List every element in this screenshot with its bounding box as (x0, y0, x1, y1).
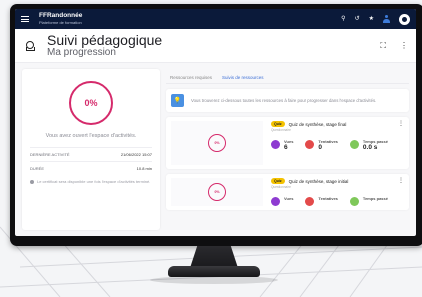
screen: FFRandonnée Plateforme de formation ⚲ ↺ … (15, 9, 416, 236)
activity-title: Quiz de synthèse, stage final (288, 121, 347, 127)
stat-label: Vues (284, 196, 294, 201)
page-header: Suivi pédagogique Ma progression ⛶ ⋮ (15, 29, 416, 63)
info-value: 21/06/2022 15:07 (120, 152, 152, 157)
search-icon[interactable]: ⚲ (341, 16, 345, 22)
stat-views: Vues 6 (271, 139, 293, 151)
monitor-stand-neck (190, 246, 238, 268)
views-icon (271, 197, 280, 206)
activity-stats: Vues 6 Tentatives 0 Temps passé 0.0 s (271, 139, 404, 151)
more-options-icon[interactable]: ⋮ (398, 178, 404, 184)
fullscreen-icon[interactable]: ⛶ (380, 41, 386, 51)
timer-icon (349, 140, 359, 149)
activity-subtitle: Questionnaire (271, 128, 291, 132)
menu-icon[interactable] (21, 16, 29, 22)
stat-attempts: Tentatives 0 (305, 139, 338, 151)
stat-views: Vues (271, 196, 293, 206)
info-banner: 💡 Vous trouverez ci-dessous toutes les r… (166, 89, 409, 112)
info-row-duration: DURÉE 10.8 min (30, 161, 152, 175)
activity-card[interactable]: 0% Quiz Quiz de synthèse, stage final ⋮ … (166, 117, 409, 169)
info-value: 10.8 min (136, 166, 152, 171)
tabs: Ressources requises Suivis de ressources (166, 69, 409, 84)
attempts-icon (305, 140, 315, 149)
tab-resource-tracking[interactable]: Suivis de ressources (222, 75, 264, 80)
monitor-stand-base (168, 266, 260, 277)
summary-message: Vous avez ouvert l'espace d'activités. (45, 133, 137, 139)
monitor-frame: FFRandonnée Plateforme de formation ⚲ ↺ … (10, 4, 422, 246)
brand-subtitle: Plateforme de formation (39, 19, 82, 25)
brand-title: FFRandonnée (39, 12, 83, 20)
activity-card[interactable]: 0% Quiz Quiz de synthèse, stage initial … (166, 174, 409, 210)
learner-icon (25, 40, 35, 51)
info-icon (30, 180, 34, 184)
page-subtitle: Ma progression (47, 46, 116, 58)
activity-progress-gauge: 0% (208, 183, 226, 201)
type-badge: Quiz (271, 178, 285, 184)
stat-label: Temps passé (362, 196, 388, 201)
lightbulb-icon: 💡 (171, 94, 184, 107)
stat-value: 0 (318, 144, 323, 151)
progress-gauge: 0% (69, 81, 113, 125)
stand-shadow (150, 276, 278, 284)
top-bar: FFRandonnée Plateforme de formation ⚲ ↺ … (15, 9, 416, 29)
tab-required-resources[interactable]: Ressources requises (170, 75, 212, 80)
certificate-note: Le certificat sera disponible une fois l… (30, 179, 152, 184)
star-icon[interactable]: ★ (369, 16, 374, 22)
views-icon (271, 140, 280, 149)
info-label: DURÉE (30, 166, 45, 171)
timer-icon (349, 197, 359, 206)
activity-subtitle: Questionnaire (271, 185, 291, 189)
main-content: 0% Vous avez ouvert l'espace d'activités… (15, 63, 416, 236)
note-text: Le certificat sera disponible une fois l… (37, 179, 151, 184)
resources-column: Ressources requises Suivis de ressources… (166, 69, 409, 230)
more-options-icon[interactable]: ⋮ (398, 121, 404, 127)
page-title: Suivi pédagogique (47, 31, 163, 48)
banner-text: Vous trouverez ci-dessous toutes les res… (191, 98, 377, 103)
avatar[interactable] (399, 13, 410, 25)
info-row-last-activity: DERNIÈRE ACTIVITÉ 21/06/2022 15:07 (30, 147, 152, 161)
more-options-icon[interactable]: ⋮ (400, 41, 408, 51)
history-icon[interactable]: ↺ (355, 16, 360, 22)
info-label: DERNIÈRE ACTIVITÉ (30, 152, 70, 157)
stat-time-spent: Temps passé (349, 196, 388, 206)
user-icon[interactable] (383, 15, 390, 23)
stat-attempts: Tentatives (305, 196, 338, 206)
type-badge: Quiz (271, 121, 285, 127)
activity-title: Quiz de synthèse, stage initial (288, 178, 349, 184)
brand[interactable]: FFRandonnée Plateforme de formation (39, 13, 82, 25)
stat-value: 6 (284, 144, 288, 151)
progress-summary-card: 0% Vous avez ouvert l'espace d'activités… (22, 69, 160, 230)
activity-progress-gauge: 0% (208, 134, 226, 152)
attempts-icon (305, 197, 315, 206)
stat-label: Tentatives (318, 196, 338, 201)
stat-time-spent: Temps passé 0.0 s (349, 139, 388, 151)
topbar-actions: ⚲ ↺ ★ (341, 13, 410, 25)
stat-value: 0.0 s (362, 144, 378, 151)
activity-stats: Vues Tentatives Temps passé (271, 196, 404, 206)
